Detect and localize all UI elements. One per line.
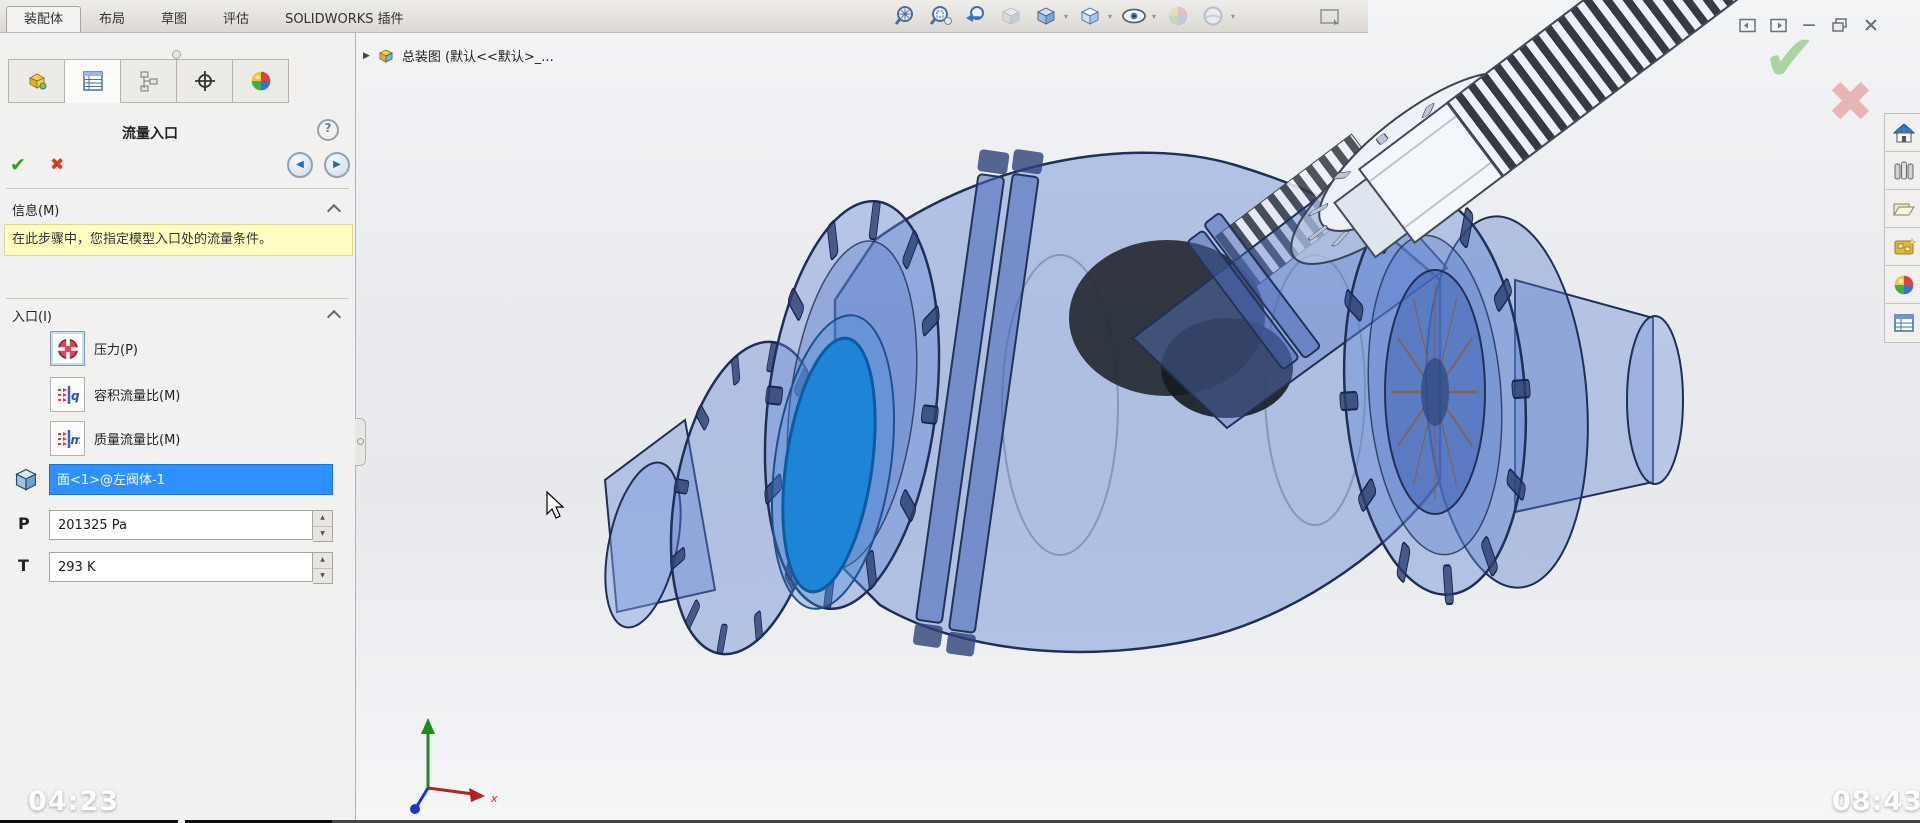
propertymanager-tab[interactable] <box>65 59 121 103</box>
edit-appearance-icon[interactable] <box>1165 3 1191 29</box>
appearances-button[interactable] <box>1885 266 1920 304</box>
svg-text:m: m <box>70 433 80 447</box>
cancel-button[interactable]: ✖ <box>50 155 64 175</box>
custom-properties-button[interactable] <box>1885 304 1920 342</box>
manager-tabs <box>8 59 289 103</box>
displaymanager-tab[interactable] <box>233 59 289 103</box>
next-button[interactable]: ▶ <box>324 152 350 178</box>
tab-evaluate[interactable]: 评估 <box>205 6 267 32</box>
collapse-chevron-icon[interactable] <box>327 204 341 218</box>
ok-button[interactable]: ✔ <box>10 154 26 176</box>
zoom-to-area-icon[interactable] <box>928 3 954 29</box>
help-icon[interactable]: ? <box>317 119 339 141</box>
divider <box>6 188 349 189</box>
pressure-input[interactable] <box>49 510 313 540</box>
pressure-icon[interactable] <box>50 331 85 366</box>
spin-up-icon: ▲ <box>313 553 332 569</box>
face-selection-icon <box>13 466 39 496</box>
divider <box>6 298 349 299</box>
3d-viewport-canvas[interactable]: x <box>355 0 1920 823</box>
tab-assembly[interactable]: 装配体 <box>6 6 81 32</box>
zoom-to-fit-icon[interactable] <box>893 3 919 29</box>
view-orientation-icon[interactable] <box>1033 3 1059 29</box>
solidworks-resources-button[interactable] <box>1885 228 1920 266</box>
heads-up-toolbar: ▾ ▾ ▾ ▾ <box>893 2 1235 30</box>
tab-solidworks-addins[interactable]: SOLIDWORKS 插件 <box>267 6 422 32</box>
panel-title: 流量入口 <box>0 123 300 143</box>
option-label: 容积流量比(M) <box>94 385 180 404</box>
restore-button[interactable] <box>1831 16 1849 34</box>
design-library-button[interactable] <box>1885 152 1920 190</box>
svg-text:q: q <box>71 389 80 403</box>
ribbon-tab-bar: 装配体 布局 草图 评估 SOLIDWORKS 插件 ▾ <box>0 0 1368 33</box>
display-style-icon[interactable] <box>1077 3 1103 29</box>
confirmation-corner-cancel[interactable]: ✖ <box>1827 70 1874 135</box>
mass-flow-icon[interactable]: m <box>50 421 85 456</box>
tree-expand-icon[interactable]: ▶ <box>363 51 370 61</box>
pressure-field-label: P <box>18 514 30 533</box>
inlet-option-mass-flow[interactable]: m 质量流量比(M) <box>0 421 355 457</box>
close-button[interactable] <box>1862 16 1880 34</box>
valve-assembly-model <box>592 0 1920 666</box>
back-button[interactable]: ◀ <box>287 152 313 178</box>
temperature-input[interactable] <box>49 552 313 582</box>
section-view-icon[interactable] <box>998 3 1024 29</box>
pressure-spinner[interactable]: ▲ ▼ <box>313 510 333 542</box>
confirmation-corner-ok[interactable]: ✔ <box>1763 22 1817 96</box>
video-time-left: 04:23 <box>28 786 119 817</box>
configurationmanager-tab[interactable] <box>121 59 177 103</box>
solidworks-window: x ▶ 总装图 (默认<<默认>_... — <box>0 0 1920 823</box>
option-label: 压力(P) <box>94 339 138 358</box>
tree-item-label: 总装图 (默认<<默认>_... <box>402 46 554 65</box>
inlet-option-pressure[interactable]: 压力(P) <box>0 331 355 367</box>
apply-scene-icon[interactable] <box>1200 3 1226 29</box>
task-pane-toolbar <box>1884 113 1920 343</box>
panel-splitter-dot[interactable] <box>172 50 181 59</box>
pane-left-icon[interactable] <box>1738 16 1756 34</box>
volume-flow-icon[interactable]: q <box>50 377 85 412</box>
ribbon-tabs: 装配体 布局 草图 评估 SOLIDWORKS 插件 <box>6 6 422 32</box>
dimxpertmanager-tab[interactable] <box>177 59 233 103</box>
file-explorer-button[interactable] <box>1885 190 1920 228</box>
selection-rectangle-icon[interactable] <box>1318 6 1342 32</box>
inlet-section-header[interactable]: 入口(I) <box>12 306 52 325</box>
tab-sketch[interactable]: 草图 <box>143 6 205 32</box>
property-manager-panel: 流量入口 ? ✔ ✖ ◀ ▶ 信息(M) 在此步骤中，您指定模型入口处的流量条件… <box>0 32 356 823</box>
spin-down-icon: ▼ <box>313 569 332 584</box>
previous-view-icon[interactable] <box>963 3 989 29</box>
mouse-cursor <box>547 492 563 518</box>
dropdown-caret[interactable]: ▾ <box>1108 12 1112 21</box>
home-button[interactable] <box>1885 114 1920 152</box>
temperature-field-label: T <box>18 556 29 575</box>
info-message: 在此步骤中，您指定模型入口处的流量条件。 <box>4 224 353 256</box>
reference-triad: x <box>410 718 498 814</box>
selection-list-field[interactable]: 面<1>@左阀体-1 <box>49 464 333 495</box>
dropdown-caret[interactable]: ▾ <box>1231 12 1235 21</box>
temperature-spinner[interactable]: ▲ ▼ <box>313 552 333 584</box>
tab-layout[interactable]: 布局 <box>81 6 143 32</box>
panel-collapse-handle[interactable] <box>355 418 366 466</box>
info-section-header[interactable]: 信息(M) <box>12 200 59 219</box>
feature-tree-item[interactable]: ▶ 总装图 (默认<<默认>_... <box>363 46 554 65</box>
inlet-option-volume-flow[interactable]: q 容积流量比(M) <box>0 377 355 413</box>
collapse-chevron-icon[interactable] <box>327 310 341 324</box>
dropdown-caret[interactable]: ▾ <box>1064 12 1068 21</box>
dropdown-caret[interactable]: ▾ <box>1152 12 1156 21</box>
featuremanager-tab[interactable] <box>8 59 65 103</box>
spin-up-icon: ▲ <box>313 511 332 527</box>
triad-x-label: x <box>490 792 498 805</box>
video-time-right: 08:43 <box>1832 786 1920 817</box>
hide-show-items-icon[interactable] <box>1121 3 1147 29</box>
spin-down-icon: ▼ <box>313 527 332 542</box>
assembly-doc-icon <box>376 47 396 65</box>
option-label: 质量流量比(M) <box>94 429 180 448</box>
graphics-viewport[interactable]: x ▶ 总装图 (默认<<默认>_... — <box>355 0 1920 823</box>
